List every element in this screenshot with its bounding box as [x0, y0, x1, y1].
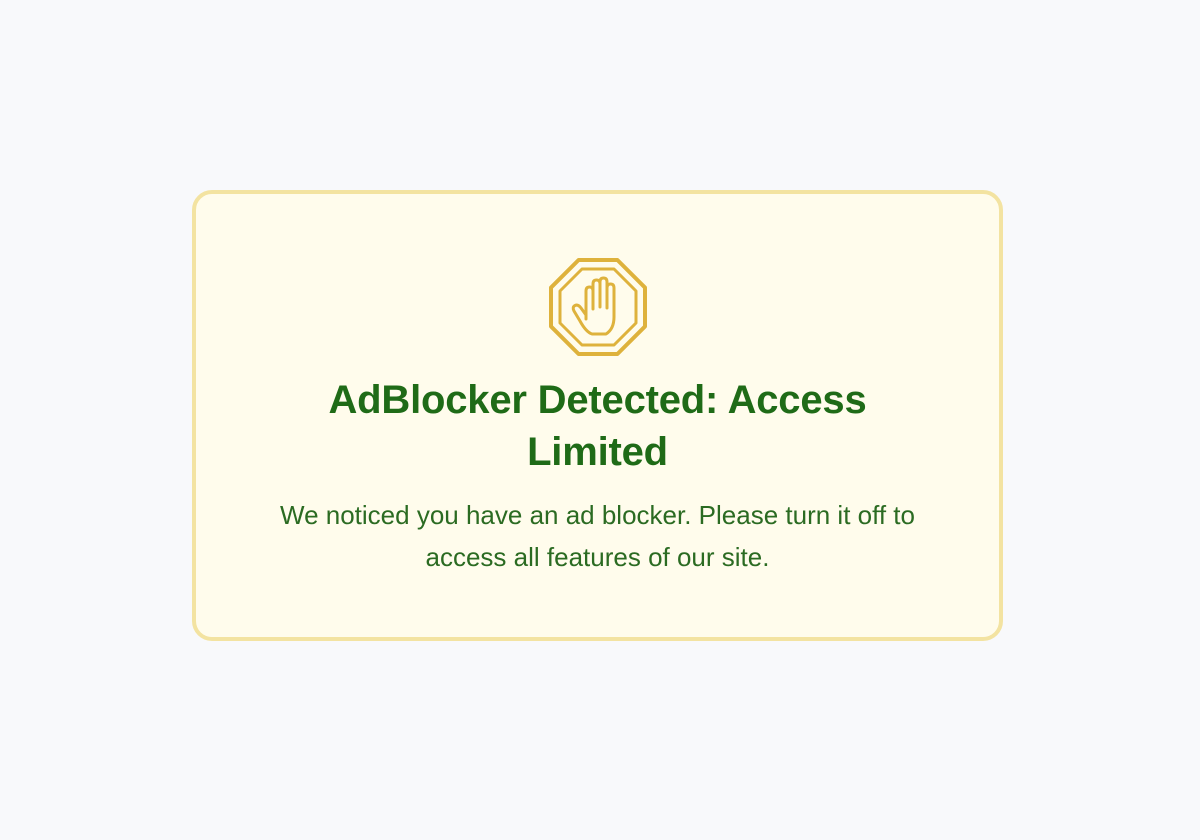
stop-hand-icon	[548, 257, 648, 357]
adblock-notice-card: AdBlocker Detected: Access Limited We no…	[192, 190, 1003, 641]
notice-message: We noticed you have an ad blocker. Pleas…	[280, 500, 915, 572]
notice-title: AdBlocker Detected: Access Limited	[328, 378, 867, 474]
